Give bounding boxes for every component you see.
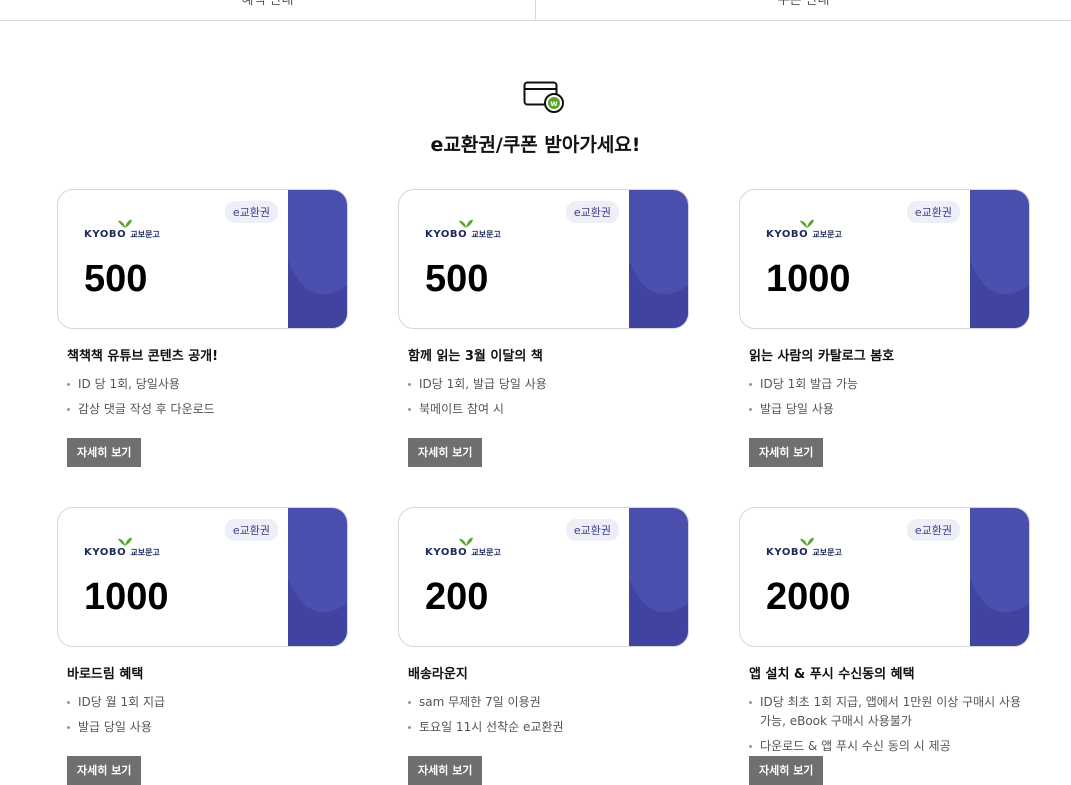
benefit-item: ID당 월 1회 지급 — [67, 693, 347, 712]
benefit-item: 발급 당일 사용 — [67, 718, 347, 737]
detail-button[interactable]: 자세히 보기 — [749, 756, 824, 785]
benefit-list: ID당 1회, 발급 당일 사용북메이트 참여 시 — [408, 375, 688, 425]
coupon-stripe — [288, 508, 347, 646]
brand-name-kr: 교보문고 — [812, 548, 842, 557]
coupon-item: e교환권 KYOBO 교보문고 500 책책책 유튜브 콘텐츠 공개! ID 당… — [57, 189, 348, 467]
leaf-icon — [118, 537, 132, 546]
coupon-card[interactable]: e교환권 KYOBO 교보문고 500 — [57, 189, 348, 329]
coupon-title: 읽는 사람의 카탈로그 봄호 — [749, 349, 895, 364]
svg-text:w: w — [550, 99, 558, 108]
benefit-item: ID당 1회, 발급 당일 사용 — [408, 375, 688, 394]
coupon-item: e교환권 KYOBO 교보문고 200 배송라운지 sam 무제한 7일 이용권… — [398, 507, 689, 785]
coupon-amount: 500 — [84, 258, 148, 300]
coupon-title: 바로드림 혜택 — [67, 667, 144, 682]
brand-name-kr: 교보문고 — [130, 230, 160, 239]
coupon-item: e교환권 KYOBO 교보문고 1000 읽는 사람의 카탈로그 봄호 ID당 … — [739, 189, 1030, 467]
brand-name: KYOBO — [84, 229, 127, 240]
brand-name: KYOBO — [84, 547, 127, 558]
leaf-icon — [459, 537, 473, 546]
coupon-card[interactable]: e교환권 KYOBO 교보문고 500 — [398, 189, 689, 329]
benefit-list: ID 당 1회, 당일사용감상 댓글 작성 후 다운로드 — [67, 375, 347, 425]
benefit-list: sam 무제한 7일 이용권토요일 11시 선착순 e교환권 — [408, 693, 688, 743]
tab-label: 쿠폰 안내 — [777, 0, 830, 8]
benefit-item: sam 무제한 7일 이용권 — [408, 693, 688, 712]
tab-label: 혜택 안내 — [241, 0, 294, 8]
kyobo-logo: KYOBO 교보문고 — [425, 217, 515, 241]
top-tab-bar: 혜택 안내 쿠폰 안내 — [0, 0, 1071, 21]
benefit-item: 다운로드 & 앱 푸시 수신 동의 시 제공 — [749, 737, 1029, 756]
benefit-list: ID당 월 1회 지급발급 당일 사용 — [67, 693, 347, 743]
coupon-stripe — [629, 190, 688, 328]
benefit-item: ID 당 1회, 당일사용 — [67, 375, 347, 394]
coupon-type-badge: e교환권 — [906, 519, 960, 541]
coupon-stripe — [970, 190, 1029, 328]
benefit-item: ID당 최초 1회 지급, 앱에서 1만원 이상 구매시 사용 가능, eBoo… — [749, 693, 1029, 731]
leaf-icon — [800, 537, 814, 546]
coupon-title: 함께 읽는 3월 이달의 책 — [408, 349, 543, 364]
leaf-icon — [459, 219, 473, 228]
coupon-title: 앱 설치 & 푸시 수신동의 혜택 — [749, 667, 915, 682]
coupon-amount: 200 — [425, 576, 489, 618]
coupon-card[interactable]: e교환권 KYOBO 교보문고 2000 — [739, 507, 1030, 647]
coupon-stripe — [970, 508, 1029, 646]
brand-name-kr: 교보문고 — [471, 230, 501, 239]
coupon-title: 배송라운지 — [408, 667, 468, 682]
coupon-type-badge: e교환권 — [565, 201, 619, 223]
kyobo-logo: KYOBO 교보문고 — [425, 535, 515, 559]
brand-name: KYOBO — [766, 229, 809, 240]
coupon-item: e교환권 KYOBO 교보문고 2000 앱 설치 & 푸시 수신동의 혜택 I… — [739, 507, 1030, 785]
coupon-stripe — [288, 190, 347, 328]
benefit-item: 토요일 11시 선착순 e교환권 — [408, 718, 688, 737]
kyobo-logo: KYOBO 교보문고 — [766, 217, 856, 241]
section-title: e교환권/쿠폰 받아가세요! — [430, 134, 641, 156]
kyobo-logo: KYOBO 교보문고 — [84, 535, 174, 559]
brand-name-kr: 교보문고 — [471, 548, 501, 557]
brand-name-kr: 교보문고 — [130, 548, 160, 557]
detail-button[interactable]: 자세히 보기 — [408, 756, 483, 785]
benefit-item: 감상 댓글 작성 후 다운로드 — [67, 400, 347, 419]
coupon-stripe — [629, 508, 688, 646]
coupon-amount: 2000 — [766, 576, 851, 618]
benefit-list: ID당 1회 발급 가능발급 당일 사용 — [749, 375, 1029, 425]
detail-button[interactable]: 자세히 보기 — [67, 756, 142, 785]
benefit-item: ID당 1회 발급 가능 — [749, 375, 1029, 394]
coupon-type-badge: e교환권 — [906, 201, 960, 223]
benefit-item: 발급 당일 사용 — [749, 400, 1029, 419]
benefit-item: 북메이트 참여 시 — [408, 400, 688, 419]
kyobo-logo: KYOBO 교보문고 — [84, 217, 174, 241]
kyobo-logo: KYOBO 교보문고 — [766, 535, 856, 559]
brand-name: KYOBO — [425, 547, 468, 558]
coupon-type-badge: e교환권 — [224, 519, 278, 541]
coupon-card[interactable]: e교환권 KYOBO 교보문고 1000 — [739, 189, 1030, 329]
coupon-amount: 1000 — [766, 258, 851, 300]
coupon-type-badge: e교환권 — [224, 201, 278, 223]
benefit-list: ID당 최초 1회 지급, 앱에서 1만원 이상 구매시 사용 가능, eBoo… — [749, 693, 1029, 762]
leaf-icon — [118, 219, 132, 228]
coupon-card[interactable]: e교환권 KYOBO 교보문고 1000 — [57, 507, 348, 647]
coupon-amount: 500 — [425, 258, 489, 300]
detail-button[interactable]: 자세히 보기 — [67, 438, 142, 467]
coupon-card[interactable]: e교환권 KYOBO 교보문고 200 — [398, 507, 689, 647]
wallet-coupon-icon: w — [523, 81, 564, 113]
coupon-grid: e교환권 KYOBO 교보문고 500 책책책 유튜브 콘텐츠 공개! ID 당… — [57, 189, 1030, 785]
brand-name: KYOBO — [425, 229, 468, 240]
tab-benefits[interactable]: 혜택 안내 — [0, 0, 535, 20]
coupon-type-badge: e교환권 — [565, 519, 619, 541]
detail-button[interactable]: 자세히 보기 — [749, 438, 824, 467]
detail-button[interactable]: 자세히 보기 — [408, 438, 483, 467]
brand-name: KYOBO — [766, 547, 809, 558]
coupon-item: e교환권 KYOBO 교보문고 500 함께 읽는 3월 이달의 책 ID당 1… — [398, 189, 689, 467]
tab-coupons[interactable]: 쿠폰 안내 — [535, 0, 1071, 20]
coupon-amount: 1000 — [84, 576, 169, 618]
coupon-title: 책책책 유튜브 콘텐츠 공개! — [67, 349, 219, 364]
leaf-icon — [800, 219, 814, 228]
coupon-item: e교환권 KYOBO 교보문고 1000 바로드림 혜택 ID당 월 1회 지급… — [57, 507, 348, 785]
brand-name-kr: 교보문고 — [812, 230, 842, 239]
